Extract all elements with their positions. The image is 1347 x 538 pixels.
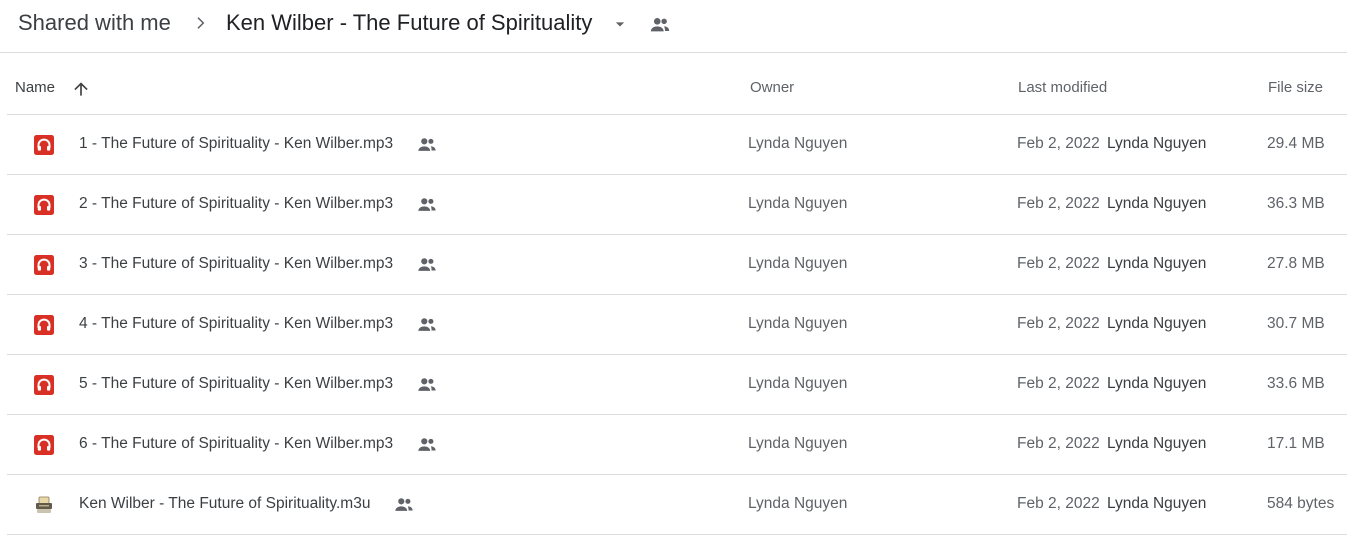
file-row[interactable]: Ken Wilber - The Future of Spirituality.… (7, 475, 1347, 535)
arrow-up-icon[interactable] (71, 79, 91, 99)
file-row[interactable]: 4 - The Future of Spirituality - Ken Wil… (7, 295, 1347, 355)
file-size: 27.8 MB (1267, 255, 1325, 272)
audio-file-icon (34, 315, 54, 335)
file-modified-date: Feb 2, 2022 (1017, 255, 1100, 272)
file-owner: Lynda Nguyen (748, 255, 848, 272)
column-header-name[interactable]: Name (15, 79, 55, 96)
audio-file-icon (34, 375, 54, 395)
file-modified-date: Feb 2, 2022 (1017, 435, 1100, 452)
column-header-file-size[interactable]: File size (1268, 79, 1323, 96)
file-size: 584 bytes (1267, 495, 1335, 512)
file-modified-date: Feb 2, 2022 (1017, 195, 1100, 212)
file-name[interactable]: Ken Wilber - The Future of Spirituality.… (79, 495, 370, 513)
file-modified-by: Lynda Nguyen (1107, 435, 1207, 452)
file-owner: Lynda Nguyen (748, 135, 848, 152)
file-name[interactable]: 5 - The Future of Spirituality - Ken Wil… (79, 375, 393, 393)
generic-file-icon (36, 496, 52, 513)
breadcrumb-shared-with-me[interactable]: Shared with me (18, 10, 171, 36)
file-modified-date: Feb 2, 2022 (1017, 495, 1100, 512)
breadcrumb: Shared with me Ken Wilber - The Future o… (0, 0, 1347, 53)
file-modified-by: Lynda Nguyen (1107, 375, 1207, 392)
file-modified-by: Lynda Nguyen (1107, 255, 1207, 272)
file-modified-by: Lynda Nguyen (1107, 135, 1207, 152)
file-name[interactable]: 4 - The Future of Spirituality - Ken Wil… (79, 315, 393, 333)
file-owner: Lynda Nguyen (748, 495, 848, 512)
audio-file-icon (34, 135, 54, 155)
caret-down-icon[interactable] (610, 14, 630, 34)
file-name[interactable]: 6 - The Future of Spirituality - Ken Wil… (79, 435, 393, 453)
file-list-header: Name Owner Last modified File size (7, 53, 1347, 115)
shared-people-icon[interactable] (648, 14, 672, 36)
shared-people-icon (418, 138, 436, 151)
file-row[interactable]: 2 - The Future of Spirituality - Ken Wil… (7, 175, 1347, 235)
file-row[interactable]: 6 - The Future of Spirituality - Ken Wil… (7, 415, 1347, 475)
chevron-right-icon (197, 17, 205, 29)
file-owner: Lynda Nguyen (748, 195, 848, 212)
file-row[interactable]: 3 - The Future of Spirituality - Ken Wil… (7, 235, 1347, 295)
file-row[interactable]: 1 - The Future of Spirituality - Ken Wil… (7, 115, 1347, 175)
file-owner: Lynda Nguyen (748, 315, 848, 332)
file-size: 36.3 MB (1267, 195, 1325, 212)
file-name[interactable]: 1 - The Future of Spirituality - Ken Wil… (79, 135, 393, 153)
shared-people-icon (395, 498, 413, 511)
file-owner: Lynda Nguyen (748, 435, 848, 452)
file-size: 30.7 MB (1267, 315, 1325, 332)
breadcrumb-current-folder[interactable]: Ken Wilber - The Future of Spirituality (226, 10, 592, 36)
file-size: 33.6 MB (1267, 375, 1325, 392)
file-name[interactable]: 3 - The Future of Spirituality - Ken Wil… (79, 255, 393, 273)
column-header-owner[interactable]: Owner (750, 79, 794, 96)
shared-people-icon (418, 318, 436, 331)
shared-people-icon (418, 198, 436, 211)
file-modified-date: Feb 2, 2022 (1017, 315, 1100, 332)
file-row[interactable]: 5 - The Future of Spirituality - Ken Wil… (7, 355, 1347, 415)
audio-file-icon (34, 435, 54, 455)
file-modified-by: Lynda Nguyen (1107, 315, 1207, 332)
file-modified-by: Lynda Nguyen (1107, 195, 1207, 212)
shared-people-icon (418, 378, 436, 391)
file-size: 17.1 MB (1267, 435, 1325, 452)
shared-people-icon (418, 258, 436, 271)
file-name[interactable]: 2 - The Future of Spirituality - Ken Wil… (79, 195, 393, 213)
file-modified-date: Feb 2, 2022 (1017, 375, 1100, 392)
audio-file-icon (34, 255, 54, 275)
shared-people-icon (418, 438, 436, 451)
file-modified-by: Lynda Nguyen (1107, 495, 1207, 512)
file-size: 29.4 MB (1267, 135, 1325, 152)
column-header-last-modified[interactable]: Last modified (1018, 79, 1107, 96)
file-owner: Lynda Nguyen (748, 375, 848, 392)
audio-file-icon (34, 195, 54, 215)
file-modified-date: Feb 2, 2022 (1017, 135, 1100, 152)
